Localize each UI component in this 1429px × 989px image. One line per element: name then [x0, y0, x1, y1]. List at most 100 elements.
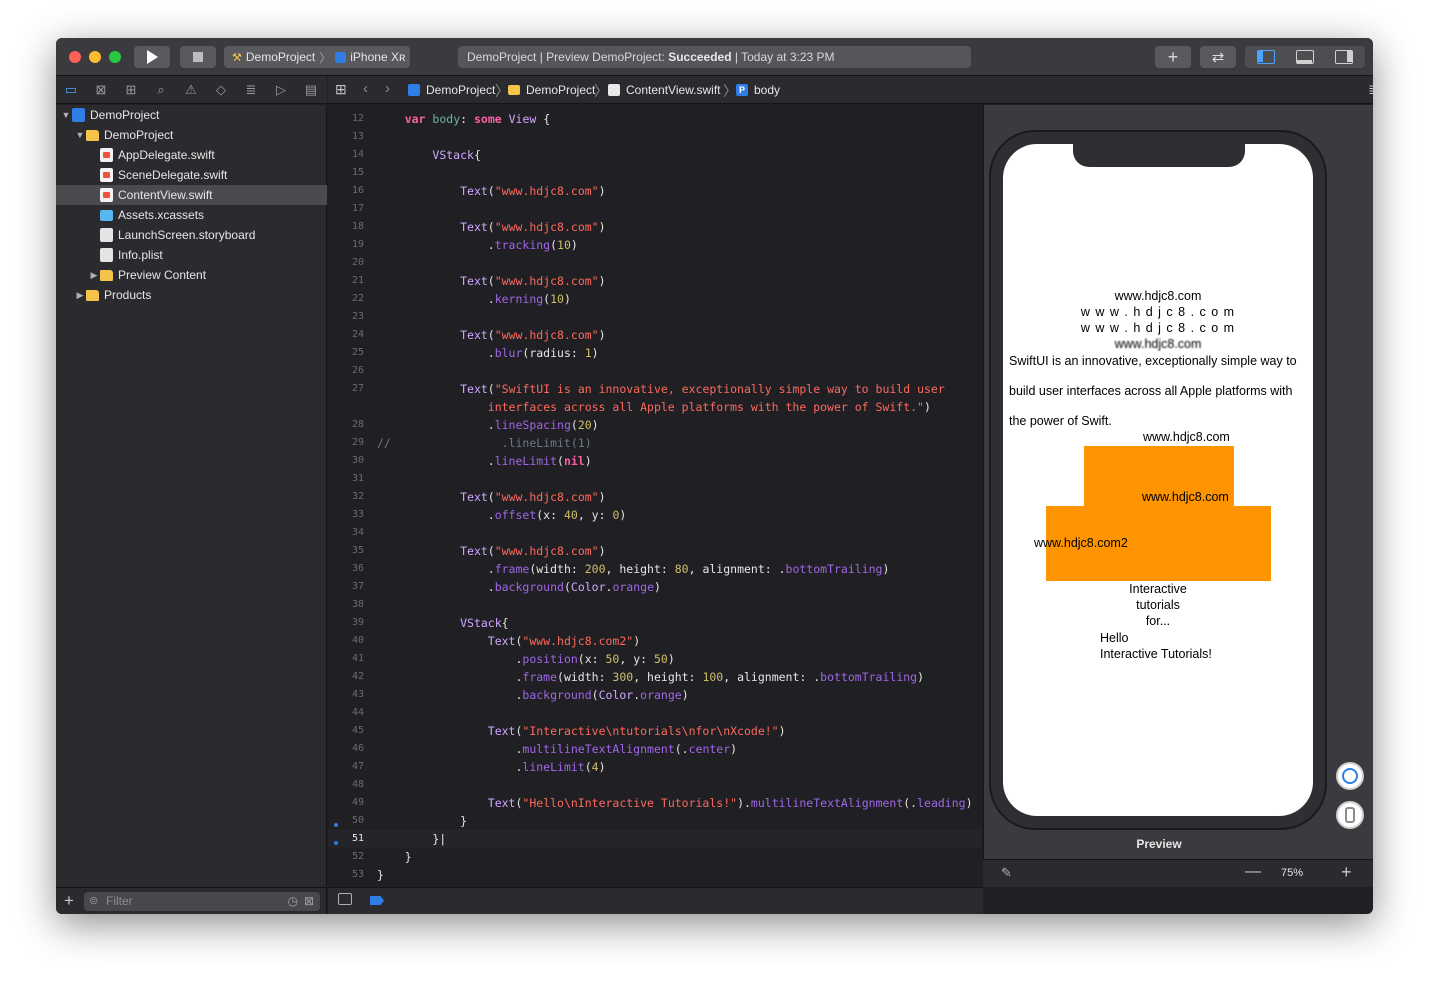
filter-field[interactable]: ⊜ Filter ◷ ⊠ — [84, 892, 320, 911]
disclosure-triangle-icon[interactable]: ▼ — [60, 110, 72, 120]
related-items-icon[interactable]: ⊞ — [335, 81, 347, 98]
disclosure-triangle-icon[interactable]: ▼ — [74, 130, 86, 140]
crumb-project[interactable]: DemoProject — [408, 83, 495, 97]
tree-item-assets[interactable]: Assets.xcassets — [56, 205, 327, 225]
code-line[interactable]: 24 Text("www.hdjc8.com") — [328, 326, 982, 344]
source-control-navigator-icon[interactable]: ⊠ — [92, 81, 110, 99]
code-line[interactable]: 36 .frame(width: 200, height: 80, alignm… — [328, 560, 982, 578]
code-line[interactable]: 46 .multilineTextAlignment(.center) — [328, 740, 982, 758]
minimize-window-button[interactable] — [89, 51, 101, 63]
recent-files-icon[interactable]: ◷ — [288, 892, 298, 911]
scheme-selector[interactable]: ⚒ DemoProject 〉 iPhone Xʀ — [224, 46, 410, 68]
debug-navigator-icon[interactable]: ≣ — [242, 81, 260, 99]
code-line[interactable]: 14 VStack{ — [328, 146, 982, 164]
code-line[interactable]: 49 Text("Hello\nInteractive Tutorials!")… — [328, 794, 982, 812]
breakpoints-toggle-icon[interactable] — [370, 896, 384, 905]
crumb-group[interactable]: DemoProject — [508, 83, 595, 97]
live-preview-button[interactable] — [1336, 762, 1364, 790]
code-line[interactable]: 35 Text("www.hdjc8.com") — [328, 542, 982, 560]
stop-button[interactable] — [180, 46, 216, 68]
code-line[interactable]: 12 var body: some View { — [328, 110, 982, 128]
forward-button[interactable]: › — [385, 80, 390, 97]
code-line[interactable]: 23 — [328, 308, 982, 326]
back-button[interactable]: ‹ — [363, 80, 368, 97]
disclosure-triangle-icon[interactable]: ▶ — [74, 290, 86, 301]
code-line[interactable]: 27 Text("SwiftUI is an innovative, excep… — [328, 380, 982, 398]
breakpoint-navigator-icon[interactable]: ▷ — [272, 81, 290, 99]
tree-item-demoproject-root[interactable]: ▼ DemoProject — [56, 105, 327, 125]
source-control-filter-icon[interactable]: ⊠ — [304, 892, 314, 911]
code-text: } — [377, 850, 412, 864]
zoom-in-button[interactable]: + — [1341, 862, 1352, 883]
preview-on-device-button[interactable] — [1336, 801, 1364, 829]
code-review-button[interactable]: ⇄ — [1200, 46, 1236, 68]
line-number: 20 — [351, 257, 364, 268]
pin-icon[interactable]: ✎ — [1001, 865, 1012, 881]
code-line[interactable]: 43 .background(Color.orange) — [328, 686, 982, 704]
find-navigator-icon[interactable]: ⌕ — [152, 81, 170, 99]
code-line[interactable]: 32 Text("www.hdjc8.com") — [328, 488, 982, 506]
show-debug-area-icon[interactable] — [338, 893, 352, 905]
tree-item-infoplist[interactable]: Info.plist — [56, 245, 327, 265]
code-line[interactable]: 47 .lineLimit(4) — [328, 758, 982, 776]
code-line[interactable]: 13 — [328, 128, 982, 146]
editor-options-icon[interactable]: ≣ — [1368, 81, 1373, 98]
bottom-panel-toggle[interactable] — [1296, 50, 1314, 64]
code-line[interactable]: 44 — [328, 704, 982, 722]
tree-item-contentview[interactable]: ContentView.swift — [56, 185, 327, 205]
code-line[interactable]: 42 .frame(width: 300, height: 100, align… — [328, 668, 982, 686]
left-panel-icon — [1258, 51, 1263, 62]
code-line[interactable]: 52 } — [328, 848, 982, 866]
report-navigator-icon[interactable]: ▤ — [302, 81, 320, 99]
code-line[interactable]: 53} — [328, 866, 982, 884]
code-line[interactable]: 15 — [328, 164, 982, 182]
tree-item-launchscreen[interactable]: LaunchScreen.storyboard — [56, 225, 327, 245]
code-line[interactable]: 19 .tracking(10) — [328, 236, 982, 254]
code-line[interactable]: 39 VStack{ — [328, 614, 982, 632]
tree-item-scenedelegate[interactable]: SceneDelegate.swift — [56, 165, 327, 185]
right-panel-toggle[interactable] — [1335, 50, 1353, 64]
code-line[interactable]: 18 Text("www.hdjc8.com") — [328, 218, 982, 236]
code-line[interactable]: 22 .kerning(10) — [328, 290, 982, 308]
code-line[interactable]: interfaces across all Apple platforms wi… — [328, 398, 982, 416]
crumb-symbol[interactable]: P body — [736, 83, 780, 97]
test-navigator-icon[interactable]: ◇ — [212, 81, 230, 99]
tree-item-appdelegate[interactable]: AppDelegate.swift — [56, 145, 327, 165]
left-panel-toggle[interactable] — [1257, 50, 1275, 64]
tree-item-preview-content[interactable]: ▶ Preview Content — [56, 265, 327, 285]
code-line[interactable]: 37 .background(Color.orange) — [328, 578, 982, 596]
symbol-navigator-icon[interactable]: ⊞ — [122, 81, 140, 99]
issue-navigator-icon[interactable]: ⚠ — [182, 81, 200, 99]
code-line[interactable]: 48 — [328, 776, 982, 794]
code-line[interactable]: 20 — [328, 254, 982, 272]
code-line[interactable]: 21 Text("www.hdjc8.com") — [328, 272, 982, 290]
code-line[interactable]: 29 // .lineLimit(1) — [328, 434, 982, 452]
code-line[interactable]: 16 Text("www.hdjc8.com") — [328, 182, 982, 200]
run-button[interactable] — [134, 46, 170, 68]
add-library-button[interactable]: + — [1155, 46, 1191, 68]
code-line[interactable]: 25 .blur(radius: 1) — [328, 344, 982, 362]
code-line[interactable]: 26 — [328, 362, 982, 380]
zoom-out-button[interactable]: — — [1245, 863, 1261, 881]
code-line[interactable]: 34 — [328, 524, 982, 542]
code-line[interactable]: 28 .lineSpacing(20) — [328, 416, 982, 434]
code-line[interactable]: 40 Text("www.hdjc8.com2") — [328, 632, 982, 650]
code-line[interactable]: 45 Text("Interactive\ntutorials\nfor\nXc… — [328, 722, 982, 740]
code-line[interactable]: 17 — [328, 200, 982, 218]
tree-item-products[interactable]: ▶ Products — [56, 285, 327, 305]
source-editor[interactable]: 12 var body: some View {13 14 VStack{15 16… — [328, 105, 982, 887]
crumb-file[interactable]: ContentView.swift — [608, 83, 721, 97]
zoom-window-button[interactable] — [109, 51, 121, 63]
project-navigator-icon[interactable]: ▭ — [62, 81, 80, 99]
code-line[interactable]: 38 — [328, 596, 982, 614]
code-line[interactable]: 51 }| — [328, 830, 982, 848]
code-line[interactable]: 50 } — [328, 812, 982, 830]
code-line[interactable]: 31 — [328, 470, 982, 488]
code-line[interactable]: 41 .position(x: 50, y: 50) — [328, 650, 982, 668]
code-line[interactable]: 33 .offset(x: 40, y: 0) — [328, 506, 982, 524]
tree-item-demoproject-group[interactable]: ▼ DemoProject — [56, 125, 327, 145]
disclosure-triangle-icon[interactable]: ▶ — [88, 270, 100, 281]
close-window-button[interactable] — [69, 51, 81, 63]
code-line[interactable]: 30 .lineLimit(nil) — [328, 452, 982, 470]
add-file-button[interactable]: + — [64, 891, 74, 911]
